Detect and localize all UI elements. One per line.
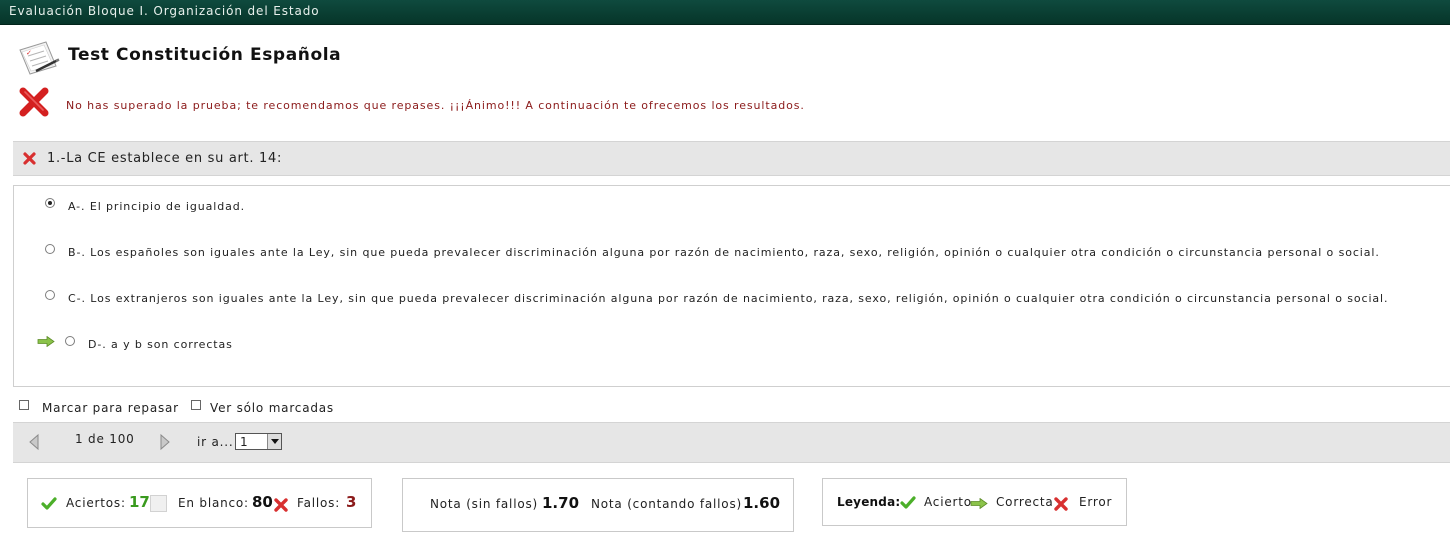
legend-box: Leyenda: Acierto Correcta Error — [822, 478, 1127, 526]
option-a-label[interactable]: A-. El principio de igualdad. — [68, 200, 245, 213]
option-c-radio[interactable] — [45, 290, 55, 300]
stats-box: Aciertos: 17 En blanco: 80 Fallos: 3 — [27, 478, 372, 528]
navigation-bar: 1 de 100 ir a... 1 — [13, 422, 1450, 463]
errors-label: Fallos: — [297, 496, 341, 510]
goto-select[interactable]: 1 — [235, 433, 282, 450]
only-marked-label[interactable]: Ver sólo marcadas — [210, 401, 334, 415]
grade-no-penalty-label: Nota (sin fallos) — [430, 497, 539, 511]
fail-x-icon — [19, 87, 49, 117]
correct-label: Aciertos: — [66, 496, 126, 510]
error-x-icon — [1054, 497, 1068, 511]
grades-box: Nota (sin fallos) 1.70 Nota (contando fa… — [402, 478, 794, 532]
legend-error: Error — [1079, 495, 1113, 509]
blank-icon — [150, 495, 167, 512]
answer-options: A-. El principio de igualdad. B-. Los es… — [13, 185, 1450, 387]
question-header: 1.-La CE establece en su art. 14: — [13, 141, 1450, 176]
option-b-radio[interactable] — [45, 244, 55, 254]
blank-label: En blanco: — [178, 496, 249, 510]
question-text: 1.-La CE establece en su art. 14: — [47, 151, 283, 166]
check-icon — [900, 496, 916, 509]
check-icon — [41, 497, 57, 510]
option-d-label[interactable]: D-. a y b son correctas — [88, 338, 233, 351]
error-x-icon — [274, 498, 288, 512]
test-title: Test Constitución Española — [68, 45, 342, 65]
grade-with-penalty-value: 1.60 — [743, 494, 781, 512]
option-d-radio[interactable] — [65, 336, 75, 346]
goto-label: ir a... — [197, 435, 234, 449]
right-arrow-icon — [970, 498, 988, 509]
correct-value: 17 — [129, 493, 150, 511]
mark-review-label[interactable]: Marcar para repasar — [42, 401, 179, 415]
blank-value: 80 — [252, 493, 273, 511]
page-info: 1 de 100 — [75, 432, 135, 446]
option-a-radio[interactable] — [45, 198, 55, 208]
error-x-icon — [23, 152, 36, 165]
errors-value: 3 — [346, 493, 357, 511]
goto-select-value: 1 — [240, 435, 248, 449]
mark-review-checkbox[interactable] — [19, 400, 29, 410]
window-title: Evaluación Bloque I. Organización del Es… — [9, 4, 320, 18]
prev-icon[interactable] — [27, 433, 41, 451]
next-icon[interactable] — [158, 433, 172, 451]
chevron-down-icon[interactable] — [267, 434, 281, 449]
option-b-label[interactable]: B-. Los españoles son iguales ante la Le… — [68, 246, 1380, 259]
grade-with-penalty-label: Nota (contando fallos) — [591, 497, 742, 511]
legend-correct: Acierto — [924, 495, 972, 509]
test-paper-icon: ✓ — [19, 41, 60, 75]
svg-text:✓: ✓ — [26, 49, 32, 57]
correct-answer-arrow-icon — [37, 336, 55, 347]
grade-no-penalty-value: 1.70 — [542, 494, 580, 512]
legend-right-answer: Correcta — [996, 495, 1054, 509]
legend-title: Leyenda: — [837, 495, 901, 509]
only-marked-checkbox[interactable] — [191, 400, 201, 410]
title-bar: Evaluación Bloque I. Organización del Es… — [0, 0, 1450, 25]
result-message: No has superado la prueba; te recomendam… — [66, 99, 805, 112]
option-c-label[interactable]: C-. Los extranjeros son iguales ante la … — [68, 292, 1388, 305]
